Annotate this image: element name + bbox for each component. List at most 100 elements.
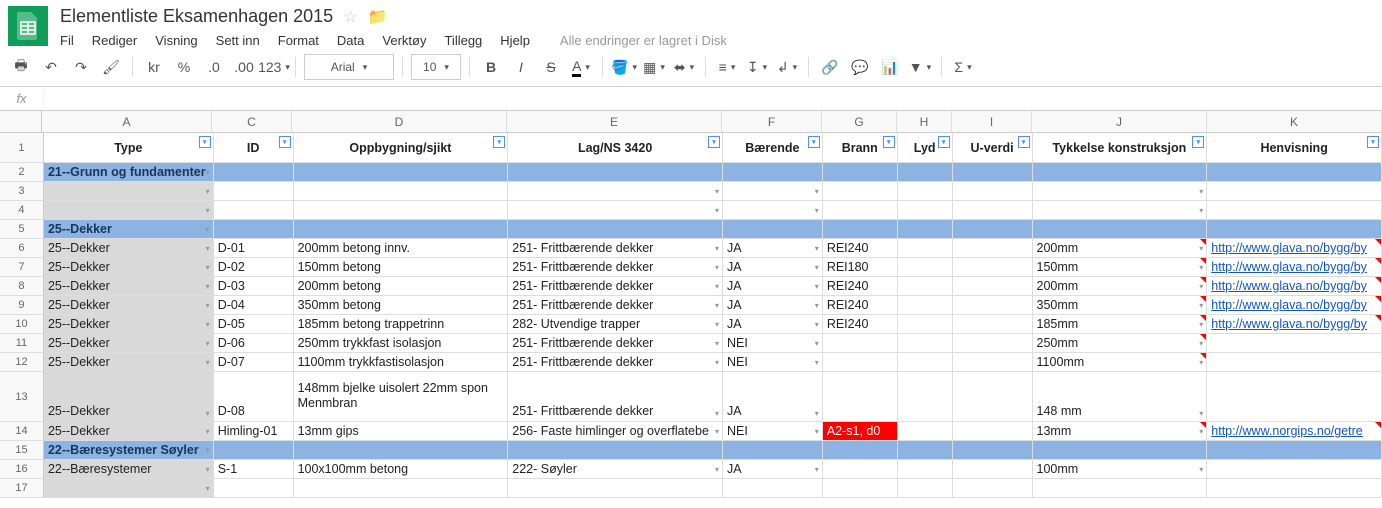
empty-cell[interactable]	[723, 479, 823, 498]
section-cell[interactable]	[898, 220, 953, 239]
dropdown-arrow-icon[interactable]: ▾	[206, 168, 210, 177]
id-cell[interactable]	[214, 201, 294, 220]
type-cell[interactable]: 25--Dekker▾	[44, 315, 214, 334]
type-cell[interactable]: 25--Dekker▾	[44, 422, 214, 441]
id-cell[interactable]: D-03	[214, 277, 294, 296]
dropdown-arrow-icon[interactable]: ▾	[715, 427, 719, 436]
dropdown-arrow-icon[interactable]: ▾	[715, 320, 719, 329]
link[interactable]: http://www.glava.no/bygg/by	[1211, 298, 1367, 312]
row-header[interactable]: 9	[0, 296, 44, 315]
section-cell[interactable]	[723, 441, 823, 460]
henvisning-cell[interactable]: http://www.norgips.no/getre	[1207, 422, 1382, 441]
link[interactable]: http://www.glava.no/bygg/by	[1211, 317, 1367, 331]
wrap-icon[interactable]: ↲	[774, 54, 800, 80]
section-22[interactable]: 22--Bæresystemer Søyler▾	[44, 441, 214, 460]
col-header-H[interactable]: H	[897, 111, 952, 133]
empty-cell[interactable]	[823, 479, 898, 498]
lyd-cell[interactable]	[898, 296, 953, 315]
document-title[interactable]: Elementliste Eksamenhagen 2015	[60, 6, 333, 27]
lag-cell[interactable]: 251- Frittbærende dekker▾	[508, 334, 723, 353]
col-header-D[interactable]: D	[292, 111, 507, 133]
header-E[interactable]: Lag/NS 3420▾	[508, 133, 723, 163]
col-header-C[interactable]: C	[212, 111, 292, 133]
dropdown-arrow-icon[interactable]: ▾	[715, 358, 719, 367]
baerende-cell[interactable]: NEI▾	[723, 334, 823, 353]
type-cell[interactable]: 25--Dekker▾	[44, 296, 214, 315]
dropdown-arrow-icon[interactable]: ▾	[815, 206, 819, 215]
dropdown-arrow-icon[interactable]: ▾	[206, 427, 210, 436]
col-header-G[interactable]: G	[822, 111, 897, 133]
lyd-cell[interactable]	[898, 315, 953, 334]
tykkelse-cell[interactable]: 13mm▾	[1033, 422, 1208, 441]
g-cell[interactable]	[823, 201, 898, 220]
row-header[interactable]: 1	[0, 133, 44, 163]
henvisning-cell[interactable]	[1207, 353, 1382, 372]
row-header[interactable]: 5	[0, 220, 44, 239]
row-header[interactable]: 10	[0, 315, 44, 334]
type-cell[interactable]: ▾	[44, 479, 214, 498]
section-cell[interactable]	[214, 220, 294, 239]
percent-icon[interactable]: %	[171, 54, 197, 80]
bold-icon[interactable]: B	[478, 54, 504, 80]
brann-cell[interactable]: REI240	[823, 239, 898, 258]
dropdown-arrow-icon[interactable]: ▾	[1199, 206, 1203, 215]
type-cell[interactable]: ▾	[44, 201, 214, 220]
type-cell[interactable]: 25--Dekker▾	[44, 277, 214, 296]
oppbygning-cell[interactable]: 350mm betong	[294, 296, 509, 315]
brann-cell[interactable]: REI240	[823, 315, 898, 334]
row-header[interactable]: 2	[0, 163, 44, 182]
type-cell[interactable]: 22--Bæresystemer▾	[44, 460, 214, 479]
section-cell[interactable]	[1033, 220, 1208, 239]
note-indicator-icon[interactable]	[1200, 353, 1206, 359]
row-header[interactable]: 4	[0, 201, 44, 220]
k-cell[interactable]	[1207, 201, 1382, 220]
dropdown-arrow-icon[interactable]: ▾	[815, 187, 819, 196]
lyd-cell[interactable]	[898, 277, 953, 296]
section-cell[interactable]	[1207, 441, 1382, 460]
brann-cell[interactable]	[823, 372, 898, 422]
link[interactable]: http://www.norgips.no/getre	[1211, 424, 1362, 438]
tykkelse-cell[interactable]: 150mm▾	[1033, 258, 1208, 277]
baerende-cell[interactable]: JA▾	[723, 460, 823, 479]
dropdown-arrow-icon[interactable]: ▾	[1199, 409, 1203, 418]
h-cell[interactable]	[898, 182, 953, 201]
brann-cell[interactable]: REI240	[823, 277, 898, 296]
henvisning-cell[interactable]: http://www.glava.no/bygg/by	[1207, 315, 1382, 334]
section-cell[interactable]	[1207, 220, 1382, 239]
row-header[interactable]: 3	[0, 182, 44, 201]
row-header[interactable]: 14	[0, 422, 44, 441]
baerende-cell[interactable]: NEI▾	[723, 422, 823, 441]
filter-dropdown-icon[interactable]: ▾	[938, 136, 950, 148]
dropdown-arrow-icon[interactable]: ▾	[206, 206, 210, 215]
section-cell[interactable]	[953, 441, 1033, 460]
type-cell[interactable]: 25--Dekker▾	[44, 258, 214, 277]
dropdown-arrow-icon[interactable]: ▾	[206, 339, 210, 348]
dropdown-arrow-icon[interactable]: ▾	[206, 320, 210, 329]
uverdi-cell[interactable]	[953, 334, 1033, 353]
filter-dropdown-icon[interactable]: ▾	[883, 136, 895, 148]
oppbygning-cell[interactable]: 185mm betong trappetrinn	[294, 315, 509, 334]
section-cell[interactable]	[294, 163, 509, 182]
italic-icon[interactable]: I	[508, 54, 534, 80]
note-indicator-icon[interactable]	[1375, 277, 1381, 283]
lag-cell[interactable]: 251- Frittbærende dekker▾	[508, 239, 723, 258]
section-cell[interactable]	[1033, 441, 1208, 460]
dropdown-arrow-icon[interactable]: ▾	[715, 263, 719, 272]
merge-icon[interactable]: ⬌	[671, 54, 697, 80]
oppbygning-cell[interactable]: 200mm betong innv.	[294, 239, 509, 258]
filter-dropdown-icon[interactable]: ▾	[279, 136, 291, 148]
uverdi-cell[interactable]	[953, 277, 1033, 296]
header-A[interactable]: Type▾	[44, 133, 214, 163]
v-align-icon[interactable]: ↧	[744, 54, 770, 80]
oppbygning-cell[interactable]: 100x100mm betong	[294, 460, 509, 479]
note-indicator-icon[interactable]	[1200, 334, 1206, 340]
dropdown-arrow-icon[interactable]: ▾	[715, 206, 719, 215]
section-cell[interactable]	[294, 220, 509, 239]
tykkelse-cell[interactable]: 148 mm▾	[1033, 372, 1208, 422]
tykkelse-cell[interactable]: 350mm▾	[1033, 296, 1208, 315]
id-cell[interactable]: D-02	[214, 258, 294, 277]
section-21[interactable]: 21--Grunn og fundamenter▾	[44, 163, 214, 182]
filter-dropdown-icon[interactable]: ▾	[1192, 136, 1204, 148]
lag-cell[interactable]: 251- Frittbærende dekker▾	[508, 353, 723, 372]
section-cell[interactable]	[508, 163, 723, 182]
